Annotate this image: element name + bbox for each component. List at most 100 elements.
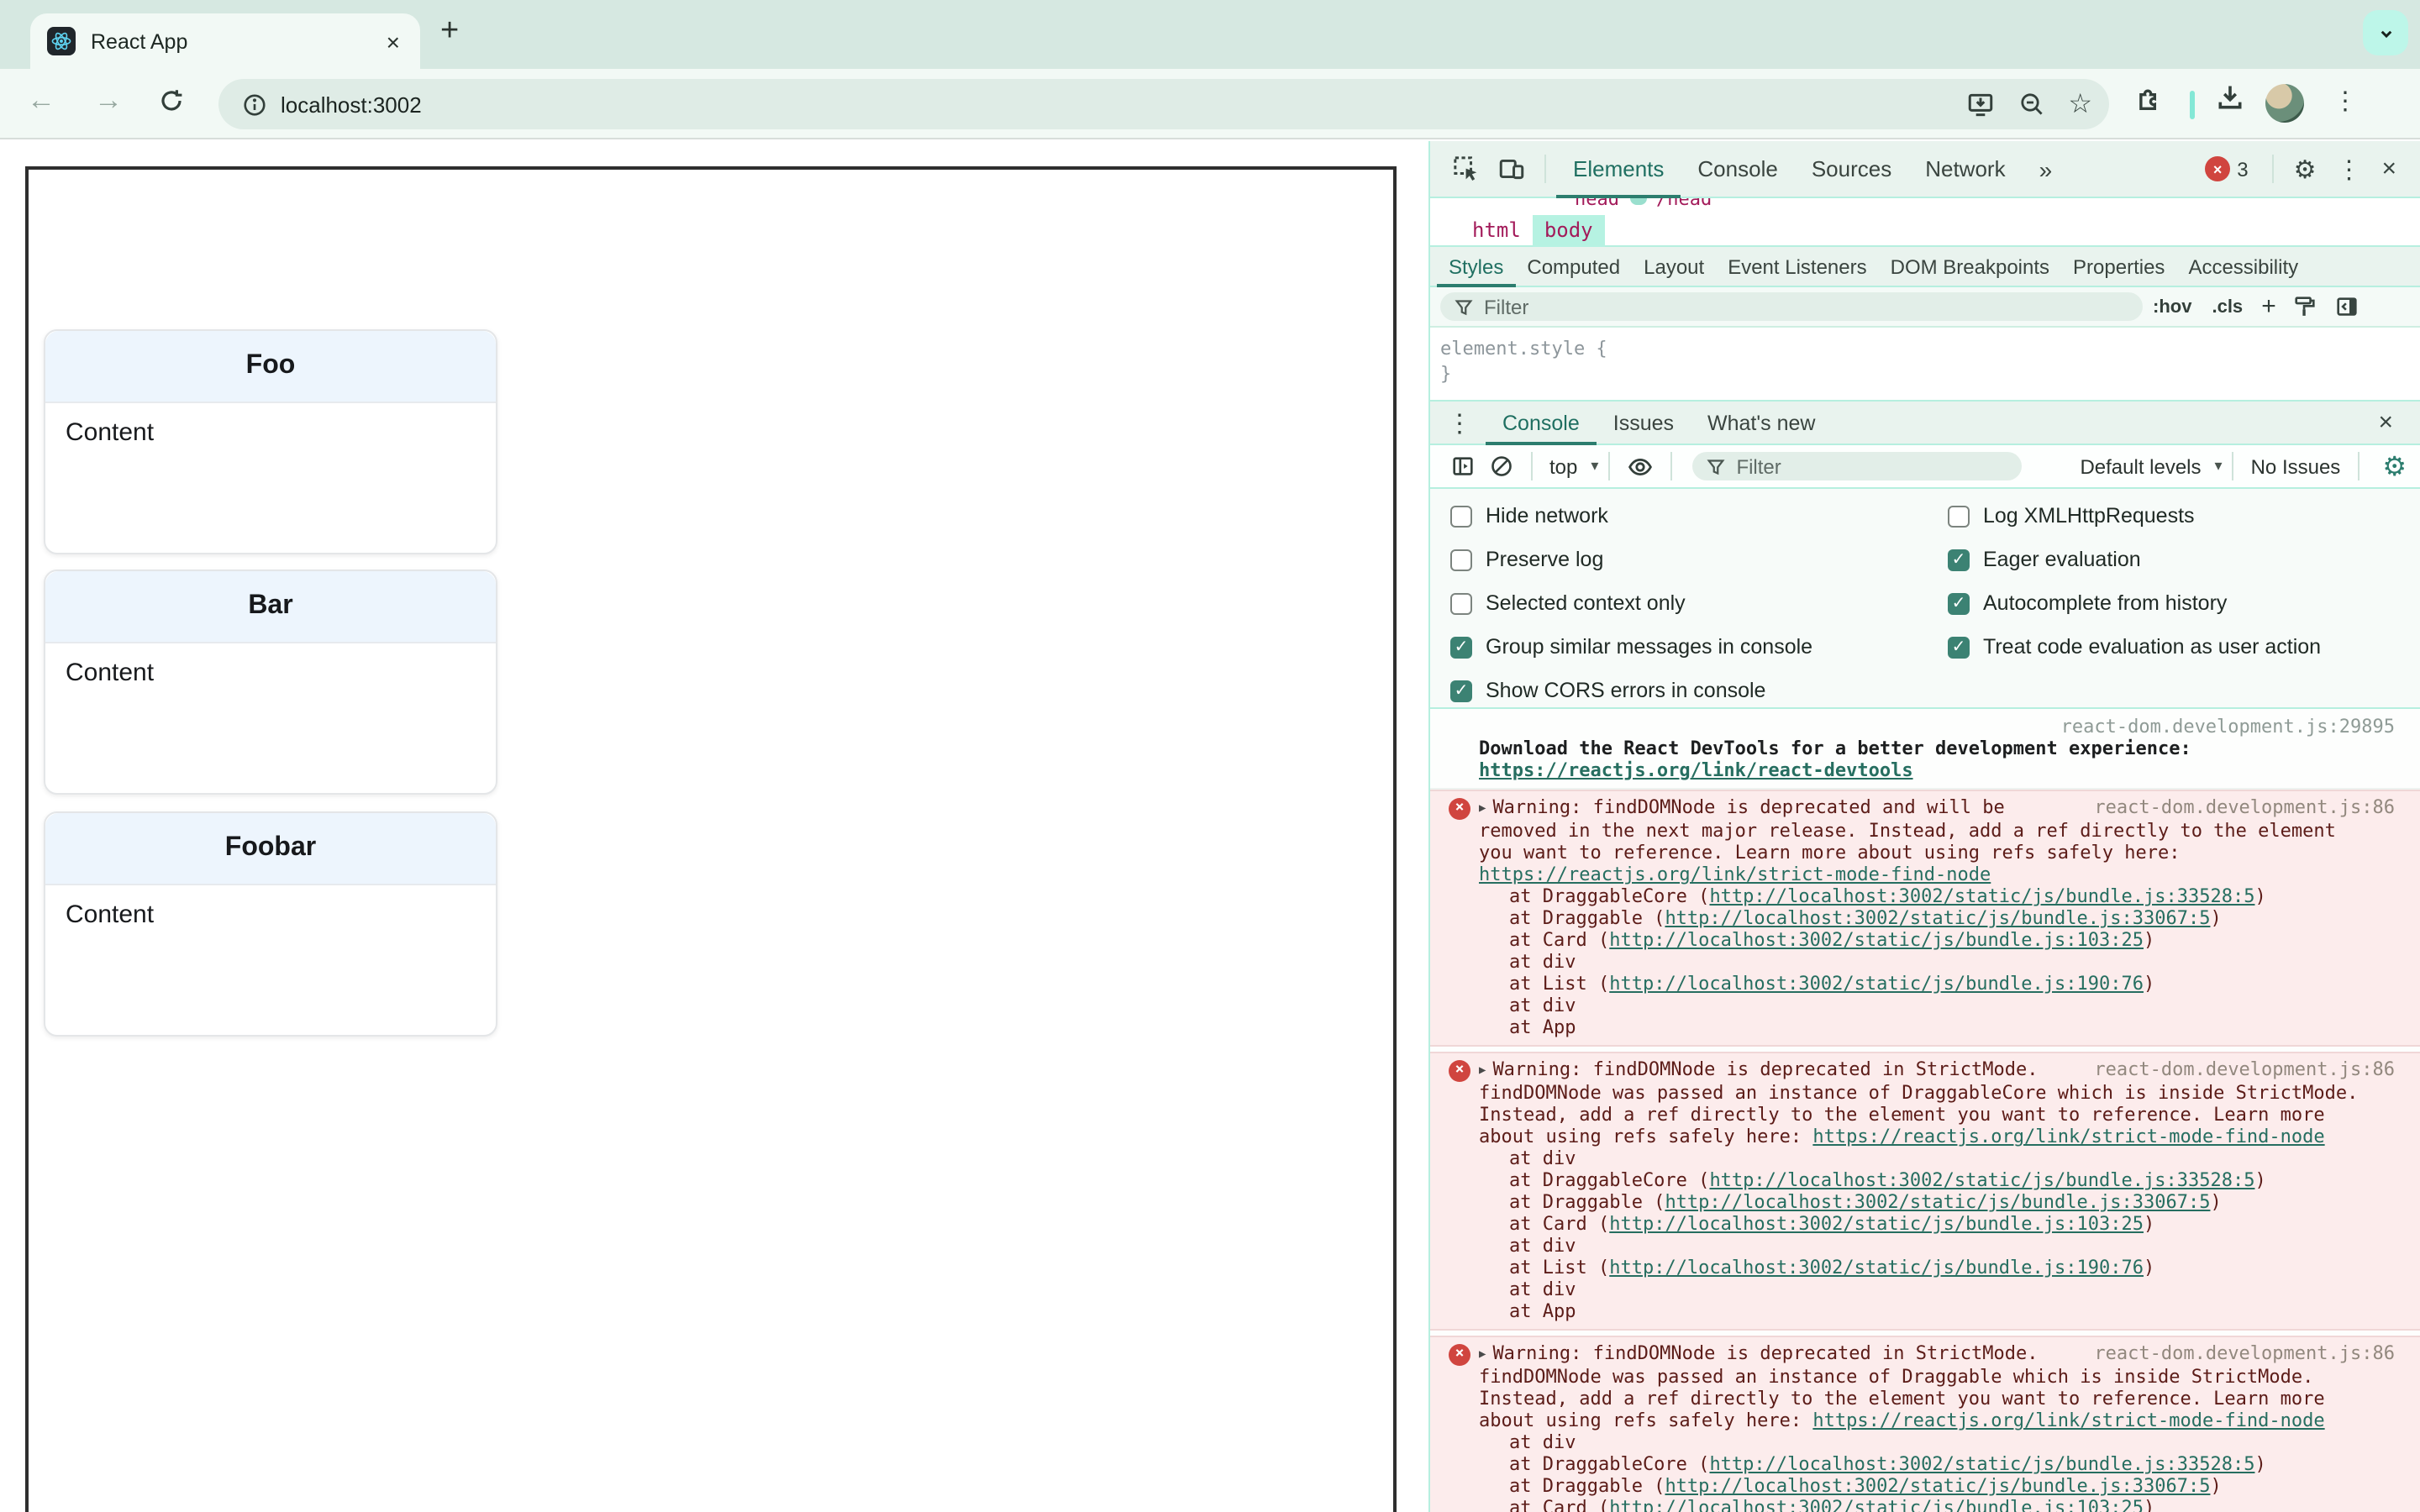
new-tab-button[interactable]: +	[440, 13, 459, 50]
setting-autocomplete-from-history[interactable]: ✓ Autocomplete from history	[1948, 581, 2420, 625]
expand-triangle-icon[interactable]: ▶	[1479, 1063, 1486, 1077]
devtools-tab-elements[interactable]: Elements	[1556, 140, 1681, 197]
devtools-close-icon[interactable]: ×	[2381, 155, 2396, 183]
devtools-tab-network[interactable]: Network	[1908, 140, 2022, 197]
setting-preserve-log[interactable]: Preserve log	[1450, 538, 1948, 581]
checkbox-checked[interactable]: ✓	[1450, 636, 1472, 658]
stack-link[interactable]: http://localhost:3002/static/js/bundle.j…	[1665, 907, 2210, 929]
more-tabs-icon[interactable]: »	[2023, 140, 2070, 197]
url-bar[interactable]: localhost:3002 ☆	[218, 79, 2109, 129]
live-expression-eye-icon[interactable]	[1627, 453, 1654, 480]
install-app-icon[interactable]	[1965, 90, 1994, 118]
element-style-block[interactable]: element.style { }	[1430, 328, 2420, 402]
console-filter-input[interactable]: Filter	[1692, 452, 2023, 480]
devtools-tab-console[interactable]: Console	[1681, 140, 1794, 197]
new-style-rule-icon[interactable]: +	[2261, 292, 2276, 321]
checkbox-unchecked[interactable]	[1948, 505, 1970, 527]
setting-show-cors-errors-in-console[interactable]: ✓ Show CORS errors in console	[1450, 669, 1948, 712]
setting-eager-evaluation[interactable]: ✓ Eager evaluation	[1948, 538, 2420, 581]
drawer-menu-icon[interactable]: ⋮	[1447, 407, 1472, 438]
console-info-message[interactable]: react-dom.development.js:29895 Download t…	[1430, 709, 2420, 790]
expand-triangle-icon[interactable]: ▶	[1479, 801, 1486, 815]
checkbox-checked[interactable]: ✓	[1948, 549, 1970, 570]
styles-tab-layout[interactable]: Layout	[1632, 246, 1716, 286]
checkbox-checked[interactable]: ✓	[1450, 680, 1472, 701]
device-toolbar-icon[interactable]	[1497, 155, 1526, 183]
expand-triangle-icon[interactable]: ▶	[1479, 1347, 1486, 1361]
source-location[interactable]: react-dom.development.js:86	[2094, 1058, 2395, 1080]
console-tab-console[interactable]: Console	[1486, 401, 1597, 444]
stack-link[interactable]: http://localhost:3002/static/js/bundle.j…	[1609, 1257, 2144, 1278]
toggle-sidebar-icon[interactable]	[2335, 294, 2360, 319]
error-badge-icon[interactable]: ×	[2205, 156, 2231, 181]
source-location[interactable]: react-dom.development.js:29895	[1479, 716, 2395, 738]
clear-console-icon[interactable]	[1489, 454, 1514, 479]
checkbox-checked[interactable]: ✓	[1948, 592, 1970, 614]
message-link[interactable]: https://reactjs.org/link/strict-mode-fin…	[1812, 1410, 2324, 1431]
console-tab-what-s-new[interactable]: What's new	[1691, 401, 1832, 444]
console-settings-gear-icon[interactable]: ⚙	[2382, 449, 2407, 483]
card-foobar[interactable]: Foobar Content	[44, 811, 497, 1037]
tab-search-button[interactable]	[2363, 10, 2408, 55]
console-sidebar-icon[interactable]	[1450, 454, 1476, 479]
message-link[interactable]: https://reactjs.org/link/strict-mode-fin…	[1812, 1126, 2324, 1147]
devtools-settings-gear-icon[interactable]: ⚙	[2294, 154, 2317, 184]
devtools-tab-sources[interactable]: Sources	[1795, 140, 1908, 197]
log-levels-dropdown[interactable]: Default levels	[2080, 454, 2201, 478]
card-bar[interactable]: Bar Content	[44, 570, 497, 795]
breadcrumb-body[interactable]: body	[1532, 214, 1605, 246]
context-selector[interactable]: top	[1549, 454, 1577, 478]
console-warning-message[interactable]: × react-dom.development.js:86 ▶ Warning: fi…	[1430, 1052, 2420, 1331]
tab-close-icon[interactable]: ×	[383, 28, 403, 55]
source-location[interactable]: react-dom.development.js:86	[2094, 796, 2395, 818]
drawer-close-icon[interactable]: ×	[2378, 408, 2393, 437]
console-warning-message[interactable]: × react-dom.development.js:86 ▶ Warning: fi…	[1430, 1336, 2420, 1512]
setting-group-similar-messages-in-console[interactable]: ✓ Group similar messages in console	[1450, 625, 1948, 669]
rendering-brush-icon[interactable]	[2293, 294, 2318, 319]
stack-link[interactable]: http://localhost:3002/static/js/bundle.j…	[1709, 1453, 2254, 1475]
stack-link[interactable]: http://localhost:3002/static/js/bundle.j…	[1665, 1191, 2210, 1213]
styles-tab-computed[interactable]: Computed	[1515, 246, 1632, 286]
setting-hide-network[interactable]: Hide network	[1450, 494, 1948, 538]
downloads-icon[interactable]	[2215, 82, 2245, 113]
stack-link[interactable]: http://localhost:3002/static/js/bundle.j…	[1609, 1213, 2144, 1235]
styles-tab-event-listeners[interactable]: Event Listeners	[1716, 246, 1878, 286]
styles-tab-accessibility[interactable]: Accessibility	[2176, 246, 2310, 286]
stack-link[interactable]: http://localhost:3002/static/js/bundle.j…	[1609, 929, 2144, 951]
console-warning-message[interactable]: × react-dom.development.js:86 ▶ Warning: fi…	[1430, 790, 2420, 1047]
forward-button[interactable]: →	[94, 84, 123, 118]
stack-link[interactable]: http://localhost:3002/static/js/bundle.j…	[1709, 885, 2254, 907]
profile-avatar[interactable]	[2265, 84, 2304, 123]
extensions-puzzle-icon[interactable]	[2134, 82, 2165, 113]
breadcrumb-html[interactable]: html	[1460, 214, 1533, 246]
stack-link[interactable]: http://localhost:3002/static/js/bundle.j…	[1609, 973, 2144, 995]
styles-filter-input[interactable]: Filter	[1440, 292, 2143, 321]
setting-treat-code-evaluation-as-user-action[interactable]: ✓ Treat code evaluation as user action	[1948, 625, 2420, 669]
browser-tab[interactable]: React App ×	[30, 13, 420, 69]
zoom-out-icon[interactable]	[2018, 91, 2044, 118]
stack-link[interactable]: http://localhost:3002/static/js/bundle.j…	[1609, 1497, 2144, 1512]
message-link[interactable]: https://reactjs.org/link/react-devtools	[1479, 759, 1913, 781]
back-button[interactable]: ←	[27, 84, 55, 118]
site-info-icon[interactable]	[242, 92, 267, 117]
checkbox-unchecked[interactable]	[1450, 505, 1472, 527]
reload-button[interactable]	[158, 87, 185, 114]
styles-tab-dom-breakpoints[interactable]: DOM Breakpoints	[1879, 246, 2061, 286]
checkbox-checked[interactable]: ✓	[1948, 636, 1970, 658]
styles-tab-styles[interactable]: Styles	[1437, 246, 1516, 286]
toggle-class-editor[interactable]: .cls	[2212, 297, 2243, 317]
setting-log-xmlhttprequests[interactable]: Log XMLHttpRequests	[1948, 494, 2420, 538]
stack-link[interactable]: http://localhost:3002/static/js/bundle.j…	[1709, 1169, 2254, 1191]
console-tab-issues[interactable]: Issues	[1597, 401, 1691, 444]
message-link[interactable]: https://reactjs.org/link/strict-mode-fin…	[1479, 864, 1991, 885]
browser-menu-icon[interactable]: ⋮	[2333, 86, 2358, 116]
inspect-element-icon[interactable]	[1452, 155, 1481, 183]
card-foo[interactable]: Foo Content	[44, 329, 497, 554]
setting-selected-context-only[interactable]: Selected context only	[1450, 581, 1948, 625]
error-count[interactable]: 3	[2237, 157, 2248, 181]
bookmark-star-icon[interactable]: ☆	[2068, 87, 2092, 121]
stack-link[interactable]: http://localhost:3002/static/js/bundle.j…	[1665, 1475, 2210, 1497]
source-location[interactable]: react-dom.development.js:86	[2094, 1342, 2395, 1364]
issues-counter[interactable]: No Issues	[2251, 454, 2341, 478]
checkbox-unchecked[interactable]	[1450, 592, 1472, 614]
